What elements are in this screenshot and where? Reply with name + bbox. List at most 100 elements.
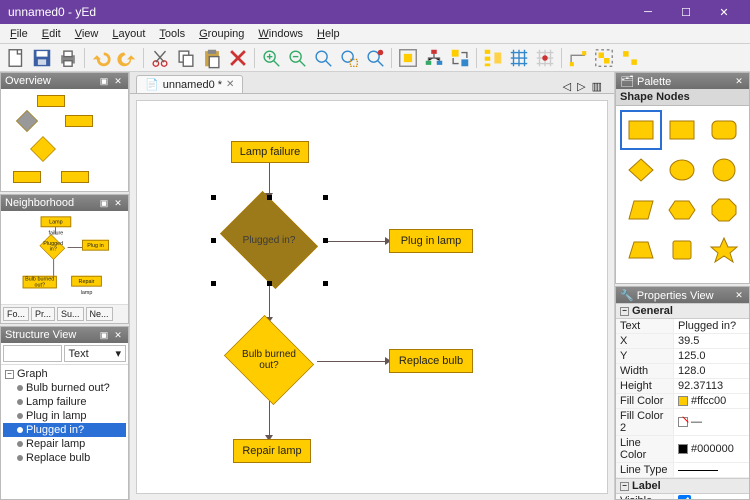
panel-close-icon[interactable]: ✕	[733, 289, 745, 301]
nh-btn-su[interactable]: Su...	[57, 307, 84, 321]
panel-close-icon[interactable]: ✕	[112, 75, 124, 87]
node-plug-in-lamp[interactable]: Plug in lamp	[389, 229, 473, 253]
tab-next-icon[interactable]: ▷	[577, 80, 585, 93]
menu-grouping[interactable]: Grouping	[193, 26, 250, 42]
layout-tree-icon[interactable]	[422, 46, 446, 70]
shape-ellipse[interactable]	[664, 152, 702, 188]
shape-rect2[interactable]	[664, 112, 702, 148]
shape-rect[interactable]	[622, 112, 660, 148]
prop-row[interactable]: Line Color#000000	[616, 436, 749, 463]
minimize-button[interactable]: ─	[630, 2, 666, 22]
node-plugged-in[interactable]: Plugged in?	[213, 197, 325, 283]
tree-item[interactable]: Replace bulb	[3, 451, 126, 465]
menu-file[interactable]: File	[4, 26, 34, 42]
prop-row[interactable]: Fill Color#ffcc00	[616, 394, 749, 409]
shape-square[interactable]	[664, 232, 702, 268]
paste-icon[interactable]	[200, 46, 224, 70]
menu-windows[interactable]: Windows	[252, 26, 309, 42]
shape-roundrect[interactable]	[705, 112, 743, 148]
snap-icon[interactable]	[533, 46, 557, 70]
prop-row[interactable]: Fill Color 2—	[616, 409, 749, 436]
panel-pin-icon[interactable]: ▣	[98, 329, 110, 341]
tree-root[interactable]: −Graph	[3, 367, 126, 381]
group-icon[interactable]	[592, 46, 616, 70]
tree-item[interactable]: Repair lamp	[3, 437, 126, 451]
print-icon[interactable]	[56, 46, 80, 70]
zoom-fit-icon[interactable]	[311, 46, 335, 70]
tree-item-selected[interactable]: Plugged in?	[3, 423, 126, 437]
tab-prev-icon[interactable]: ◁	[563, 80, 571, 93]
shape-octagon[interactable]	[705, 192, 743, 228]
prop-row[interactable]: Y125.0	[616, 349, 749, 364]
shape-hexagon[interactable]	[664, 192, 702, 228]
delete-icon[interactable]	[226, 46, 250, 70]
layout-hier-icon[interactable]	[481, 46, 505, 70]
prop-row[interactable]: X39.5	[616, 334, 749, 349]
close-button[interactable]: ✕	[706, 2, 742, 22]
neighborhood-canvas[interactable]: Lamp failure Plugged in? Plug in Bulb bu…	[1, 211, 115, 312]
palette-section[interactable]: Shape Nodes	[616, 89, 749, 106]
zoom-in-icon[interactable]	[259, 46, 283, 70]
structure-filter-mode[interactable]: Text▾	[64, 345, 127, 362]
panel-close-icon[interactable]: ✕	[112, 197, 124, 209]
document-tab[interactable]: 📄 unnamed0 * ✕	[136, 75, 243, 93]
graph-canvas[interactable]: Lamp failure Plugged in? Plug in lamp Bu…	[136, 100, 608, 494]
prop-row[interactable]: Width128.0	[616, 364, 749, 379]
tab-list-icon[interactable]: ▥	[592, 80, 602, 93]
fit-content-icon[interactable]	[396, 46, 420, 70]
menu-help[interactable]: Help	[311, 26, 346, 42]
panel-pin-icon[interactable]: ▣	[98, 75, 110, 87]
nh-btn-pr[interactable]: Pr...	[31, 307, 55, 321]
zoom-area-icon[interactable]	[363, 46, 387, 70]
props-section-general[interactable]: −General	[616, 303, 749, 319]
prop-row[interactable]: Line Type	[616, 463, 749, 478]
tree-item[interactable]: Lamp failure	[3, 395, 126, 409]
props-section-label[interactable]: −Label	[616, 478, 749, 494]
zoom-sel-icon[interactable]	[337, 46, 361, 70]
layout-swap-icon[interactable]	[448, 46, 472, 70]
visible-checkbox[interactable]	[678, 495, 691, 499]
node-bulb-burned[interactable]: Bulb burned out?	[219, 319, 319, 401]
copy-icon[interactable]	[174, 46, 198, 70]
structure-filter-input[interactable]	[3, 345, 62, 362]
node-replace-bulb[interactable]: Replace bulb	[389, 349, 473, 373]
node-lamp-failure[interactable]: Lamp failure	[231, 141, 309, 163]
window-title: unnamed0 - yEd	[8, 5, 96, 19]
doc-icon: 📄	[145, 78, 159, 91]
tab-close-icon[interactable]: ✕	[226, 79, 234, 90]
shape-trapezoid[interactable]	[622, 232, 660, 268]
nh-btn-fo[interactable]: Fo...	[3, 307, 29, 321]
prop-row[interactable]: Height92.37113	[616, 379, 749, 394]
prop-row[interactable]: Visible	[616, 494, 749, 499]
shape-parallelogram[interactable]	[622, 192, 660, 228]
maximize-button[interactable]: ☐	[668, 2, 704, 22]
orthogonal-icon[interactable]	[566, 46, 590, 70]
zoom-out-icon[interactable]	[285, 46, 309, 70]
shape-circle[interactable]	[705, 152, 743, 188]
panel-pin-icon[interactable]: ▣	[98, 197, 110, 209]
menu-tools[interactable]: Tools	[153, 26, 191, 42]
prop-row[interactable]: TextPlugged in?	[616, 319, 749, 334]
grid-icon[interactable]	[507, 46, 531, 70]
redo-icon[interactable]	[115, 46, 139, 70]
menu-layout[interactable]: Layout	[106, 26, 151, 42]
structure-tree[interactable]: −Graph Bulb burned out? Lamp failure Plu…	[1, 365, 128, 499]
tree-item[interactable]: Bulb burned out?	[3, 381, 126, 395]
undo-icon[interactable]	[89, 46, 113, 70]
new-doc-icon[interactable]	[4, 46, 28, 70]
menu-view[interactable]: View	[69, 26, 105, 42]
menu-edit[interactable]: Edit	[36, 26, 67, 42]
shape-diamond[interactable]	[622, 152, 660, 188]
ungroup-icon[interactable]	[618, 46, 642, 70]
panel-close-icon[interactable]: ✕	[733, 75, 745, 87]
panel-close-icon[interactable]: ✕	[112, 329, 124, 341]
neighborhood-panel: Neighborhood ▣✕ Lamp failure Plugged in?…	[0, 194, 129, 324]
overview-canvas[interactable]	[1, 89, 128, 191]
tree-item[interactable]: Plug in lamp	[3, 409, 126, 423]
shape-star[interactable]	[705, 232, 743, 268]
nh-btn-ne[interactable]: Ne...	[86, 307, 113, 321]
cut-icon[interactable]	[148, 46, 172, 70]
node-repair-lamp[interactable]: Repair lamp	[233, 439, 311, 463]
save-icon[interactable]	[30, 46, 54, 70]
properties-title: Properties View	[637, 290, 714, 302]
